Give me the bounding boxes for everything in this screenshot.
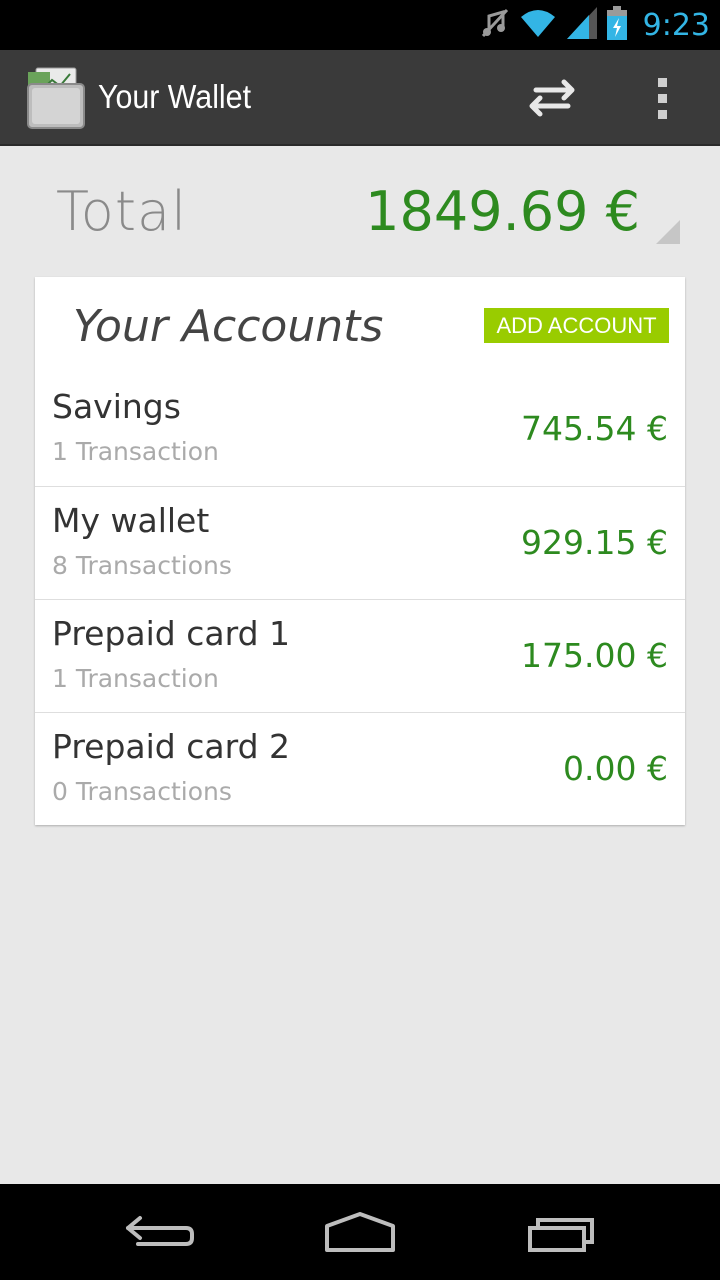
account-balance: 0.00 € <box>563 749 668 788</box>
account-transactions: 8 Transactions <box>52 551 232 580</box>
total-label: Total <box>56 180 188 243</box>
add-account-button[interactable]: ADD ACCOUNT <box>484 308 669 343</box>
accounts-title: Your Accounts <box>73 301 384 352</box>
account-transactions: 1 Transaction <box>52 437 219 466</box>
account-name: Savings <box>52 387 181 426</box>
overflow-menu-icon[interactable] <box>640 74 686 124</box>
signal-icon <box>566 7 597 43</box>
account-name: My wallet <box>52 501 210 540</box>
account-row-prepaid-card-1[interactable]: Prepaid card 1 1 Transaction 175.00 € <box>35 599 685 712</box>
account-transactions: 0 Transactions <box>52 777 232 806</box>
account-transactions: 1 Transaction <box>52 664 219 693</box>
app-title: Your Wallet <box>98 78 252 115</box>
action-bar: Your Wallet <box>0 50 720 146</box>
account-name: Prepaid card 2 <box>52 727 291 766</box>
account-row-savings[interactable]: Savings 1 Transaction 745.54 € <box>35 373 685 486</box>
total-value[interactable]: 1849.69 € <box>365 180 640 243</box>
account-row-my-wallet[interactable]: My wallet 8 Transactions 929.15 € <box>35 486 685 599</box>
wallet-app-icon[interactable] <box>22 64 88 130</box>
account-row-prepaid-card-2[interactable]: Prepaid card 2 0 Transactions 0.00 € <box>35 712 685 825</box>
account-balance: 929.15 € <box>521 523 668 562</box>
back-icon[interactable] <box>116 1204 206 1260</box>
status-icons: 9:23 <box>481 0 710 50</box>
accounts-card: Your Accounts ADD ACCOUNT Savings 1 Tran… <box>35 277 685 825</box>
wifi-icon <box>519 7 557 43</box>
account-balance: 175.00 € <box>521 636 668 675</box>
status-time: 9:23 <box>642 7 710 43</box>
status-bar: 9:23 <box>0 0 720 50</box>
account-balance: 745.54 € <box>521 409 668 448</box>
account-name: Prepaid card 1 <box>52 614 291 653</box>
mute-icon <box>481 6 509 44</box>
navigation-bar <box>0 1184 720 1280</box>
recent-apps-icon[interactable] <box>520 1204 610 1260</box>
transfer-icon[interactable] <box>512 72 592 124</box>
battery-charging-icon <box>606 6 627 44</box>
home-icon[interactable] <box>315 1204 405 1260</box>
spinner-corner-icon[interactable] <box>656 220 680 244</box>
